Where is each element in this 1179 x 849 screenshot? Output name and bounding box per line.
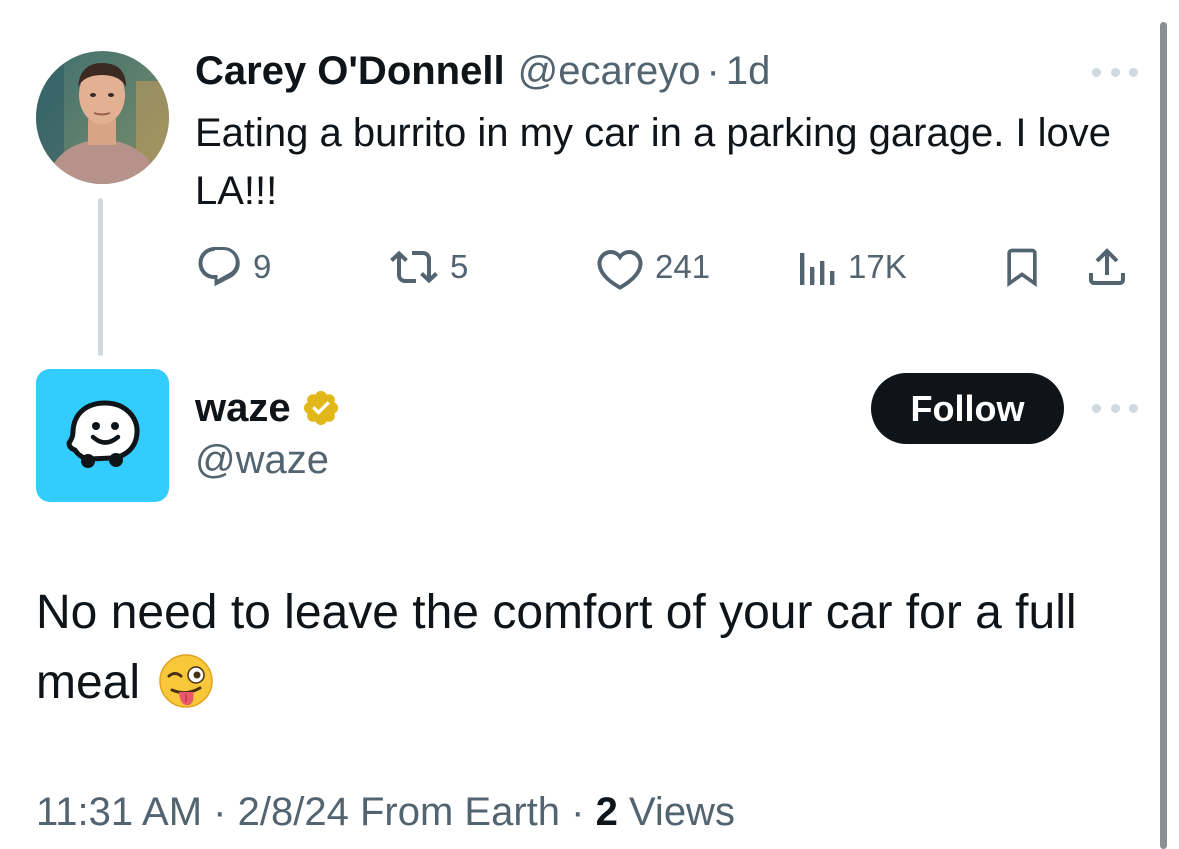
thread-connector-line <box>98 198 103 356</box>
views-number[interactable]: 2 <box>596 790 618 834</box>
reply-button[interactable]: 9 <box>195 240 271 294</box>
avatar[interactable] <box>36 51 169 184</box>
reply-tweet-text: No need to leave the comfort of your car… <box>36 578 1136 718</box>
repost-icon <box>390 250 438 284</box>
repost-count: 5 <box>450 248 469 285</box>
reply-icon <box>198 247 240 287</box>
scrollbar[interactable] <box>1160 22 1167 849</box>
tweet-actions-bar: 9 5 241 17K <box>195 240 1140 294</box>
tweet-header: Carey O'Donnell @ecareyo · 1d <box>195 44 770 98</box>
display-name[interactable]: Carey O'Donnell <box>195 49 505 94</box>
share-button[interactable] <box>1083 240 1131 294</box>
more-options-icon[interactable] <box>1092 62 1138 82</box>
reply-header: waze <box>195 380 341 436</box>
user-handle[interactable]: @ecareyo <box>518 49 701 94</box>
separator-dot: · <box>706 48 720 93</box>
views-label[interactable]: Views <box>629 790 735 834</box>
waze-avatar[interactable] <box>36 369 169 502</box>
user-handle[interactable]: @waze <box>195 438 329 483</box>
waze-logo-icon <box>66 400 140 468</box>
more-options-icon[interactable] <box>1092 398 1138 418</box>
reply-count: 9 <box>253 248 272 285</box>
separator-dot: · <box>571 790 585 834</box>
tweet-text: Eating a burrito in my car in a parking … <box>195 111 1112 213</box>
tweet-time[interactable]: 11:31 AM <box>36 790 202 834</box>
views-count: 17K <box>848 248 907 285</box>
bookmark-button[interactable] <box>1000 240 1044 294</box>
bookmark-icon <box>1007 248 1037 288</box>
analytics-icon <box>800 253 835 285</box>
display-name[interactable]: waze <box>195 386 291 431</box>
views-button[interactable]: 17K <box>798 240 907 294</box>
profile-photo <box>36 51 169 184</box>
follow-button[interactable]: Follow <box>871 373 1064 444</box>
like-count: 241 <box>655 248 711 285</box>
tweet-age[interactable]: 1d <box>726 49 771 94</box>
separator-dot: · <box>213 790 227 834</box>
share-icon <box>1089 248 1125 285</box>
tweet-source: From Earth <box>359 790 561 834</box>
winking-tongue-emoji <box>159 654 214 708</box>
tweet-detail-view: Carey O'Donnell @ecareyo · 1d Eating a b… <box>0 0 1179 849</box>
heart-icon <box>597 249 643 290</box>
tweet-date[interactable]: 2/8/24 <box>238 790 349 834</box>
tweet-metadata: 11:31 AM · 2/8/24 From Earth · 2 Views <box>36 790 735 835</box>
repost-button[interactable]: 5 <box>388 240 468 294</box>
like-button[interactable]: 241 <box>595 240 710 294</box>
verified-badge-icon[interactable] <box>301 388 341 428</box>
